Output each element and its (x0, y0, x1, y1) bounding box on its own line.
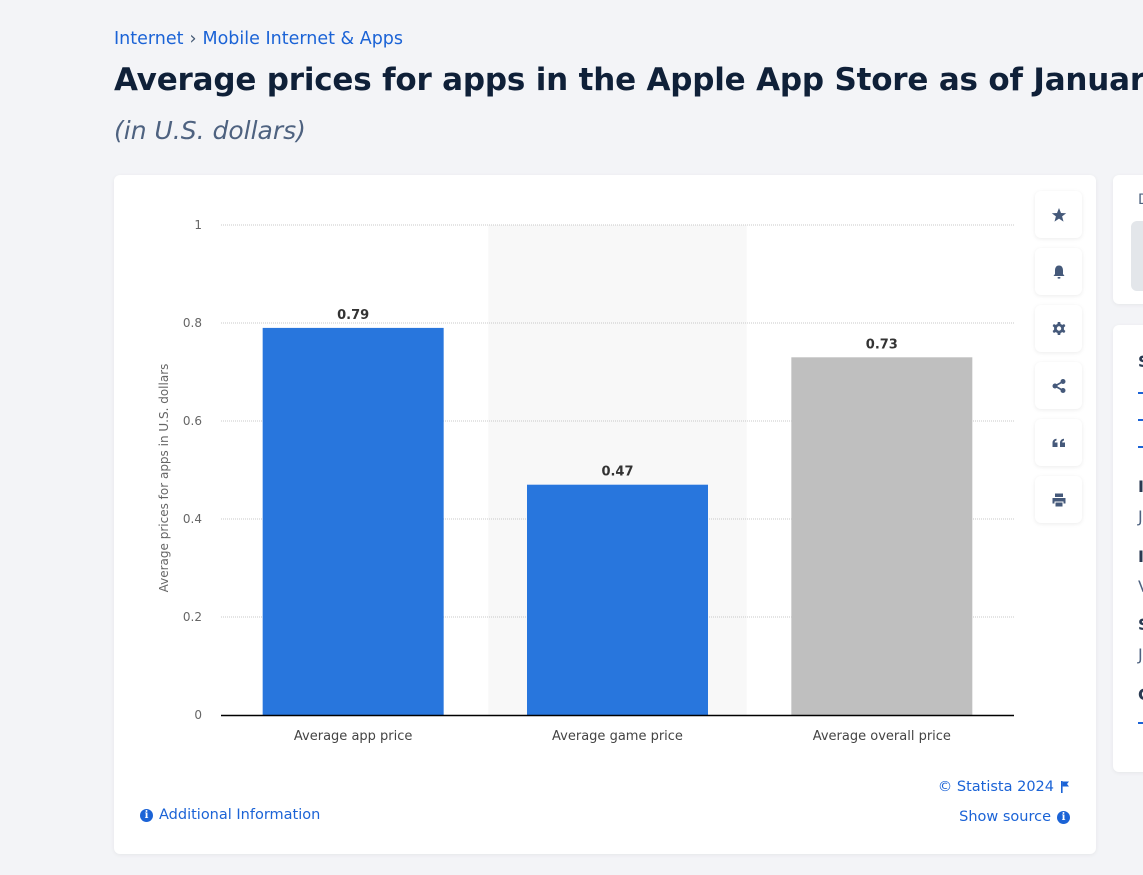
details-label-2: I (1138, 547, 1143, 566)
y-tick-label: 0.2 (183, 610, 202, 624)
y-axis-label: Average prices for apps in U.S. dollars (157, 364, 171, 593)
y-tick-label: 0.8 (183, 316, 202, 330)
show-source-link[interactable]: Show source i (959, 809, 1070, 825)
gear-icon (1052, 321, 1065, 335)
details-link-2[interactable] (1138, 419, 1143, 421)
details-value-3: J (1138, 645, 1143, 664)
side-panel-details: S I J I V S J C (1113, 325, 1143, 772)
details-heading: S (1138, 352, 1143, 371)
star-icon (1051, 207, 1066, 222)
breadcrumb-separator: › (189, 29, 197, 49)
y-tick-label: 1 (194, 218, 202, 232)
notification-button[interactable] (1035, 248, 1082, 295)
side-panel-top: D (1113, 175, 1143, 304)
bar (791, 357, 973, 715)
data-label: 0.73 (866, 337, 898, 352)
chart-toolbar (1035, 191, 1082, 533)
x-tick-label: Average overall price (813, 729, 951, 744)
details-link-4[interactable] (1138, 722, 1143, 724)
x-tick-label: Average app price (294, 729, 412, 744)
info-icon: i (140, 808, 153, 822)
share-icon (1052, 378, 1065, 393)
show-source-label: Show source (959, 809, 1051, 825)
share-button[interactable] (1035, 362, 1082, 409)
favorite-button[interactable] (1035, 191, 1082, 238)
x-tick-label: Average game price (552, 729, 683, 744)
details-label-3: S (1138, 615, 1143, 634)
cite-button[interactable] (1035, 419, 1082, 466)
bar (527, 484, 708, 715)
quote-icon (1052, 438, 1065, 447)
details-label-4: C (1138, 685, 1143, 704)
bar-chart: 0 0.2 0.4 0.6 0.8 1 Average prices for apps in… (157, 218, 1014, 744)
breadcrumb-internet[interactable]: Internet (114, 29, 184, 49)
data-label: 0.47 (601, 465, 633, 480)
copyright-label: © Statista 2024 (937, 779, 1054, 795)
details-link-3[interactable] (1138, 446, 1143, 448)
side-panel-dropdown[interactable] (1131, 221, 1143, 291)
breadcrumb-mobile-internet-apps[interactable]: Mobile Internet & Apps (203, 29, 404, 49)
details-value-2: V (1138, 577, 1143, 596)
additional-information-link[interactable]: i Additional Information (140, 807, 320, 823)
breadcrumb: Internet › Mobile Internet & Apps (114, 29, 403, 49)
details-value-1: J (1138, 507, 1143, 526)
page-subtitle: (in U.S. dollars) (114, 116, 306, 145)
side-panel-top-label: D (1138, 192, 1143, 208)
y-tick-label: 0.4 (183, 512, 202, 526)
settings-button[interactable] (1035, 305, 1082, 352)
chart-card: 0 0.2 0.4 0.6 0.8 1 Average prices for apps in… (114, 175, 1096, 854)
y-tick-label: 0.6 (183, 414, 202, 428)
y-tick-label: 0 (194, 708, 202, 722)
details-label-1: I (1138, 477, 1143, 496)
details-link-1[interactable] (1138, 392, 1143, 394)
bar (262, 327, 444, 715)
flag-icon (1061, 781, 1069, 793)
print-icon (1052, 493, 1065, 506)
data-label: 0.79 (337, 308, 369, 323)
statista-copyright[interactable]: © Statista 2024 (938, 779, 1070, 795)
additional-information-label: Additional Information (159, 807, 321, 823)
print-button[interactable] (1035, 476, 1082, 523)
page-title: Average prices for apps in the Apple App… (114, 62, 1143, 98)
bell-icon (1053, 265, 1064, 279)
info-icon: i (1057, 810, 1070, 824)
